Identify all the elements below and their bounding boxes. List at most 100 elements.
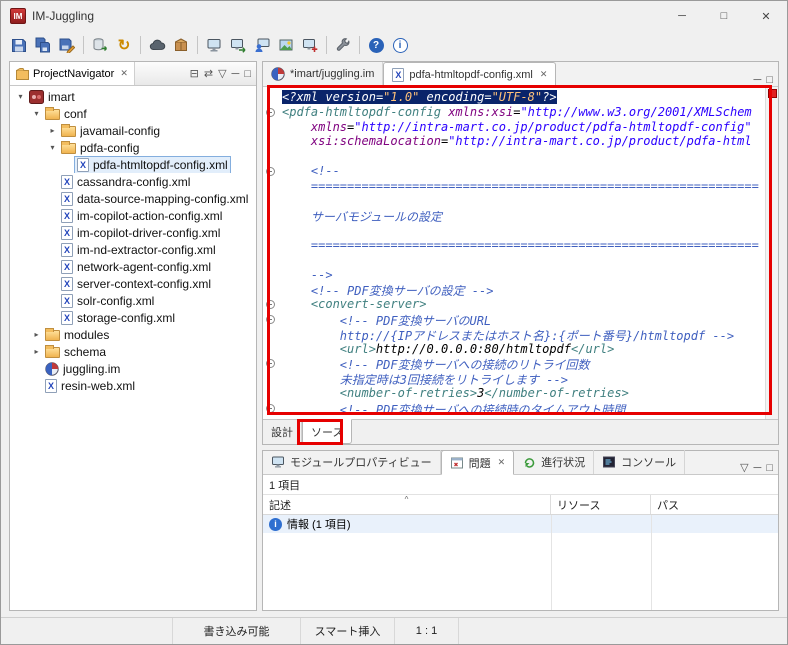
maximize-icon[interactable]: □ [766, 74, 773, 86]
code-line[interactable]: <!-- [282, 164, 765, 179]
code-line[interactable]: <!-- PDF変換サーバへの接続のリトライ回数 [282, 356, 765, 371]
fold-collapse-icon[interactable] [266, 315, 275, 324]
tree-item[interactable]: Xpdfa-htmltopdf-config.xml [10, 156, 256, 173]
code-line[interactable]: xsi:schemaLocation="http://intra-mart.co… [282, 134, 765, 149]
code-line[interactable] [282, 223, 765, 238]
code-line[interactable]: <!-- PDF変換サーバの設定 --> [282, 282, 765, 297]
maximize-icon[interactable]: □ [244, 68, 251, 80]
editor-tab[interactable]: Xpdfa-htmltopdf-config.xml✕ [383, 62, 556, 87]
close-tab-icon[interactable]: ✕ [498, 457, 506, 468]
tree-item[interactable]: Xserver-context-config.xml [10, 275, 256, 292]
tree-item[interactable]: Xdata-source-mapping-config.xml [10, 190, 256, 207]
expanded-caret-icon[interactable]: ▾ [46, 143, 59, 152]
code-line[interactable] [282, 253, 765, 268]
collapsed-caret-icon[interactable]: ▸ [46, 126, 59, 135]
code-line[interactable]: ========================================… [282, 179, 765, 194]
code-line[interactable]: <convert-server> [282, 297, 765, 312]
code-line[interactable]: <?xml version="1.0" encoding="UTF-8"?> [282, 90, 765, 105]
package-button[interactable] [169, 33, 193, 57]
code-line[interactable]: <pdfa-htmltopdf-config xmlns:xsi="http:/… [282, 105, 765, 120]
save-all-button[interactable] [31, 33, 55, 57]
refresh-button[interactable]: ↻ [112, 33, 136, 57]
code-line[interactable]: xmlns="http://intra-mart.co.jp/product/p… [282, 120, 765, 135]
tree-item[interactable]: Xcassandra-config.xml [10, 173, 256, 190]
tree-item[interactable]: Xim-copilot-action-config.xml [10, 207, 256, 224]
column-header[interactable]: リソース [551, 495, 651, 514]
code-line[interactable] [282, 194, 765, 209]
fold-collapse-icon[interactable] [266, 300, 275, 309]
expanded-caret-icon[interactable]: ▾ [30, 109, 43, 118]
page-tab-design[interactable]: 設計 [263, 420, 302, 444]
tree-item[interactable]: ▸schema [10, 343, 256, 360]
minimize-icon[interactable]: ─ [232, 68, 240, 80]
close-view-icon[interactable]: ✕ [120, 68, 128, 79]
user-monitor-button[interactable] [250, 33, 274, 57]
monitor-button[interactable] [202, 33, 226, 57]
view-menu-icon[interactable]: ▽ [218, 67, 226, 80]
wrench-button[interactable] [331, 33, 355, 57]
tree-item[interactable]: juggling.im [10, 360, 256, 377]
info-button[interactable]: i [388, 33, 412, 57]
tree-item[interactable]: Xnetwork-agent-config.xml [10, 258, 256, 275]
fold-collapse-icon[interactable] [266, 404, 275, 413]
jar-export-button[interactable] [88, 33, 112, 57]
save-as-button[interactable] [55, 33, 79, 57]
save-button[interactable] [7, 33, 31, 57]
code-line[interactable]: サーバモジュールの設定 [282, 208, 765, 223]
tree-item[interactable]: ▾conf [10, 105, 256, 122]
code-line[interactable]: --> [282, 268, 765, 283]
code-line-text: ========================================… [282, 179, 759, 193]
tree-item[interactable]: Xim-nd-extractor-config.xml [10, 241, 256, 258]
view-tab[interactable]: コンソール [594, 450, 685, 474]
code-line[interactable]: http://{IPアドレスまたはホスト名}:{ポート番号}/htmltopdf… [282, 327, 765, 342]
image-button[interactable] [274, 33, 298, 57]
minimize-window-button[interactable]: ─ [661, 1, 703, 31]
monitor-add-button[interactable] [298, 33, 322, 57]
code-line[interactable]: ========================================… [282, 238, 765, 253]
tree-item[interactable]: Xstorage-config.xml [10, 309, 256, 326]
code-line[interactable]: <number-of-retries>3</number-of-retries> [282, 386, 765, 401]
view-tab[interactable]: モジュールプロパティビュー [263, 450, 441, 474]
collapsed-caret-icon[interactable]: ▸ [30, 330, 43, 339]
fold-collapse-icon[interactable] [266, 359, 275, 368]
project-navigator-tab[interactable]: ProjectNavigator ✕ [10, 62, 135, 85]
code-line[interactable]: <!-- PDF変換サーバへの接続時のタイムアウト時間 [282, 401, 765, 416]
page-tab-source[interactable]: ソース [302, 419, 352, 444]
problem-row[interactable]: i情報 (1 項目) [263, 515, 778, 533]
tree-item[interactable]: Xresin-web.xml [10, 377, 256, 394]
monitor-export-button[interactable] [226, 33, 250, 57]
expanded-caret-icon[interactable]: ▾ [14, 92, 27, 101]
minimize-icon[interactable]: ─ [754, 462, 762, 474]
view-menu-icon[interactable]: ▽ [740, 461, 748, 474]
minimize-icon[interactable]: ─ [754, 74, 762, 86]
fold-collapse-icon[interactable] [266, 108, 275, 117]
link-editor-icon[interactable]: ⇄ [204, 67, 213, 80]
tree-item[interactable]: ▸javamail-config [10, 122, 256, 139]
view-tab[interactable]: 進行状況 [514, 450, 594, 474]
tree-item[interactable]: Xsolr-config.xml [10, 292, 256, 309]
tree-item[interactable]: ▾imart [10, 88, 256, 105]
status-cell: 1 : 1 [395, 618, 459, 644]
column-header[interactable]: パス [651, 495, 778, 514]
overview-ruler[interactable] [765, 87, 778, 419]
code-line[interactable] [282, 149, 765, 164]
collapse-all-icon[interactable]: ⊟ [190, 67, 199, 80]
column-header[interactable]: 記述^ [263, 495, 551, 514]
maximize-window-button[interactable]: □ [703, 1, 745, 31]
collapsed-caret-icon[interactable]: ▸ [30, 347, 43, 356]
code-area[interactable]: <?xml version="1.0" encoding="UTF-8"?><p… [278, 87, 765, 419]
close-tab-icon[interactable]: ✕ [540, 69, 548, 80]
help-button[interactable]: ? [364, 33, 388, 57]
code-line[interactable]: 未指定時は3回接続をリトライします --> [282, 371, 765, 386]
close-window-button[interactable]: ✕ [745, 1, 787, 31]
fold-collapse-icon[interactable] [266, 167, 275, 176]
tree-item[interactable]: Xim-copilot-driver-config.xml [10, 224, 256, 241]
editor-tab[interactable]: *imart/juggling.im [263, 62, 383, 86]
tree-item[interactable]: ▸modules [10, 326, 256, 343]
code-line[interactable]: <url>http://0.0.0.0:80/htmltopdf</url> [282, 342, 765, 357]
cloud-button[interactable] [145, 33, 169, 57]
tree-item[interactable]: ▾pdfa-config [10, 139, 256, 156]
maximize-icon[interactable]: □ [766, 462, 773, 474]
code-line[interactable]: <!-- PDF変換サーバのURL [282, 312, 765, 327]
view-tab[interactable]: 問題✕ [441, 450, 515, 475]
